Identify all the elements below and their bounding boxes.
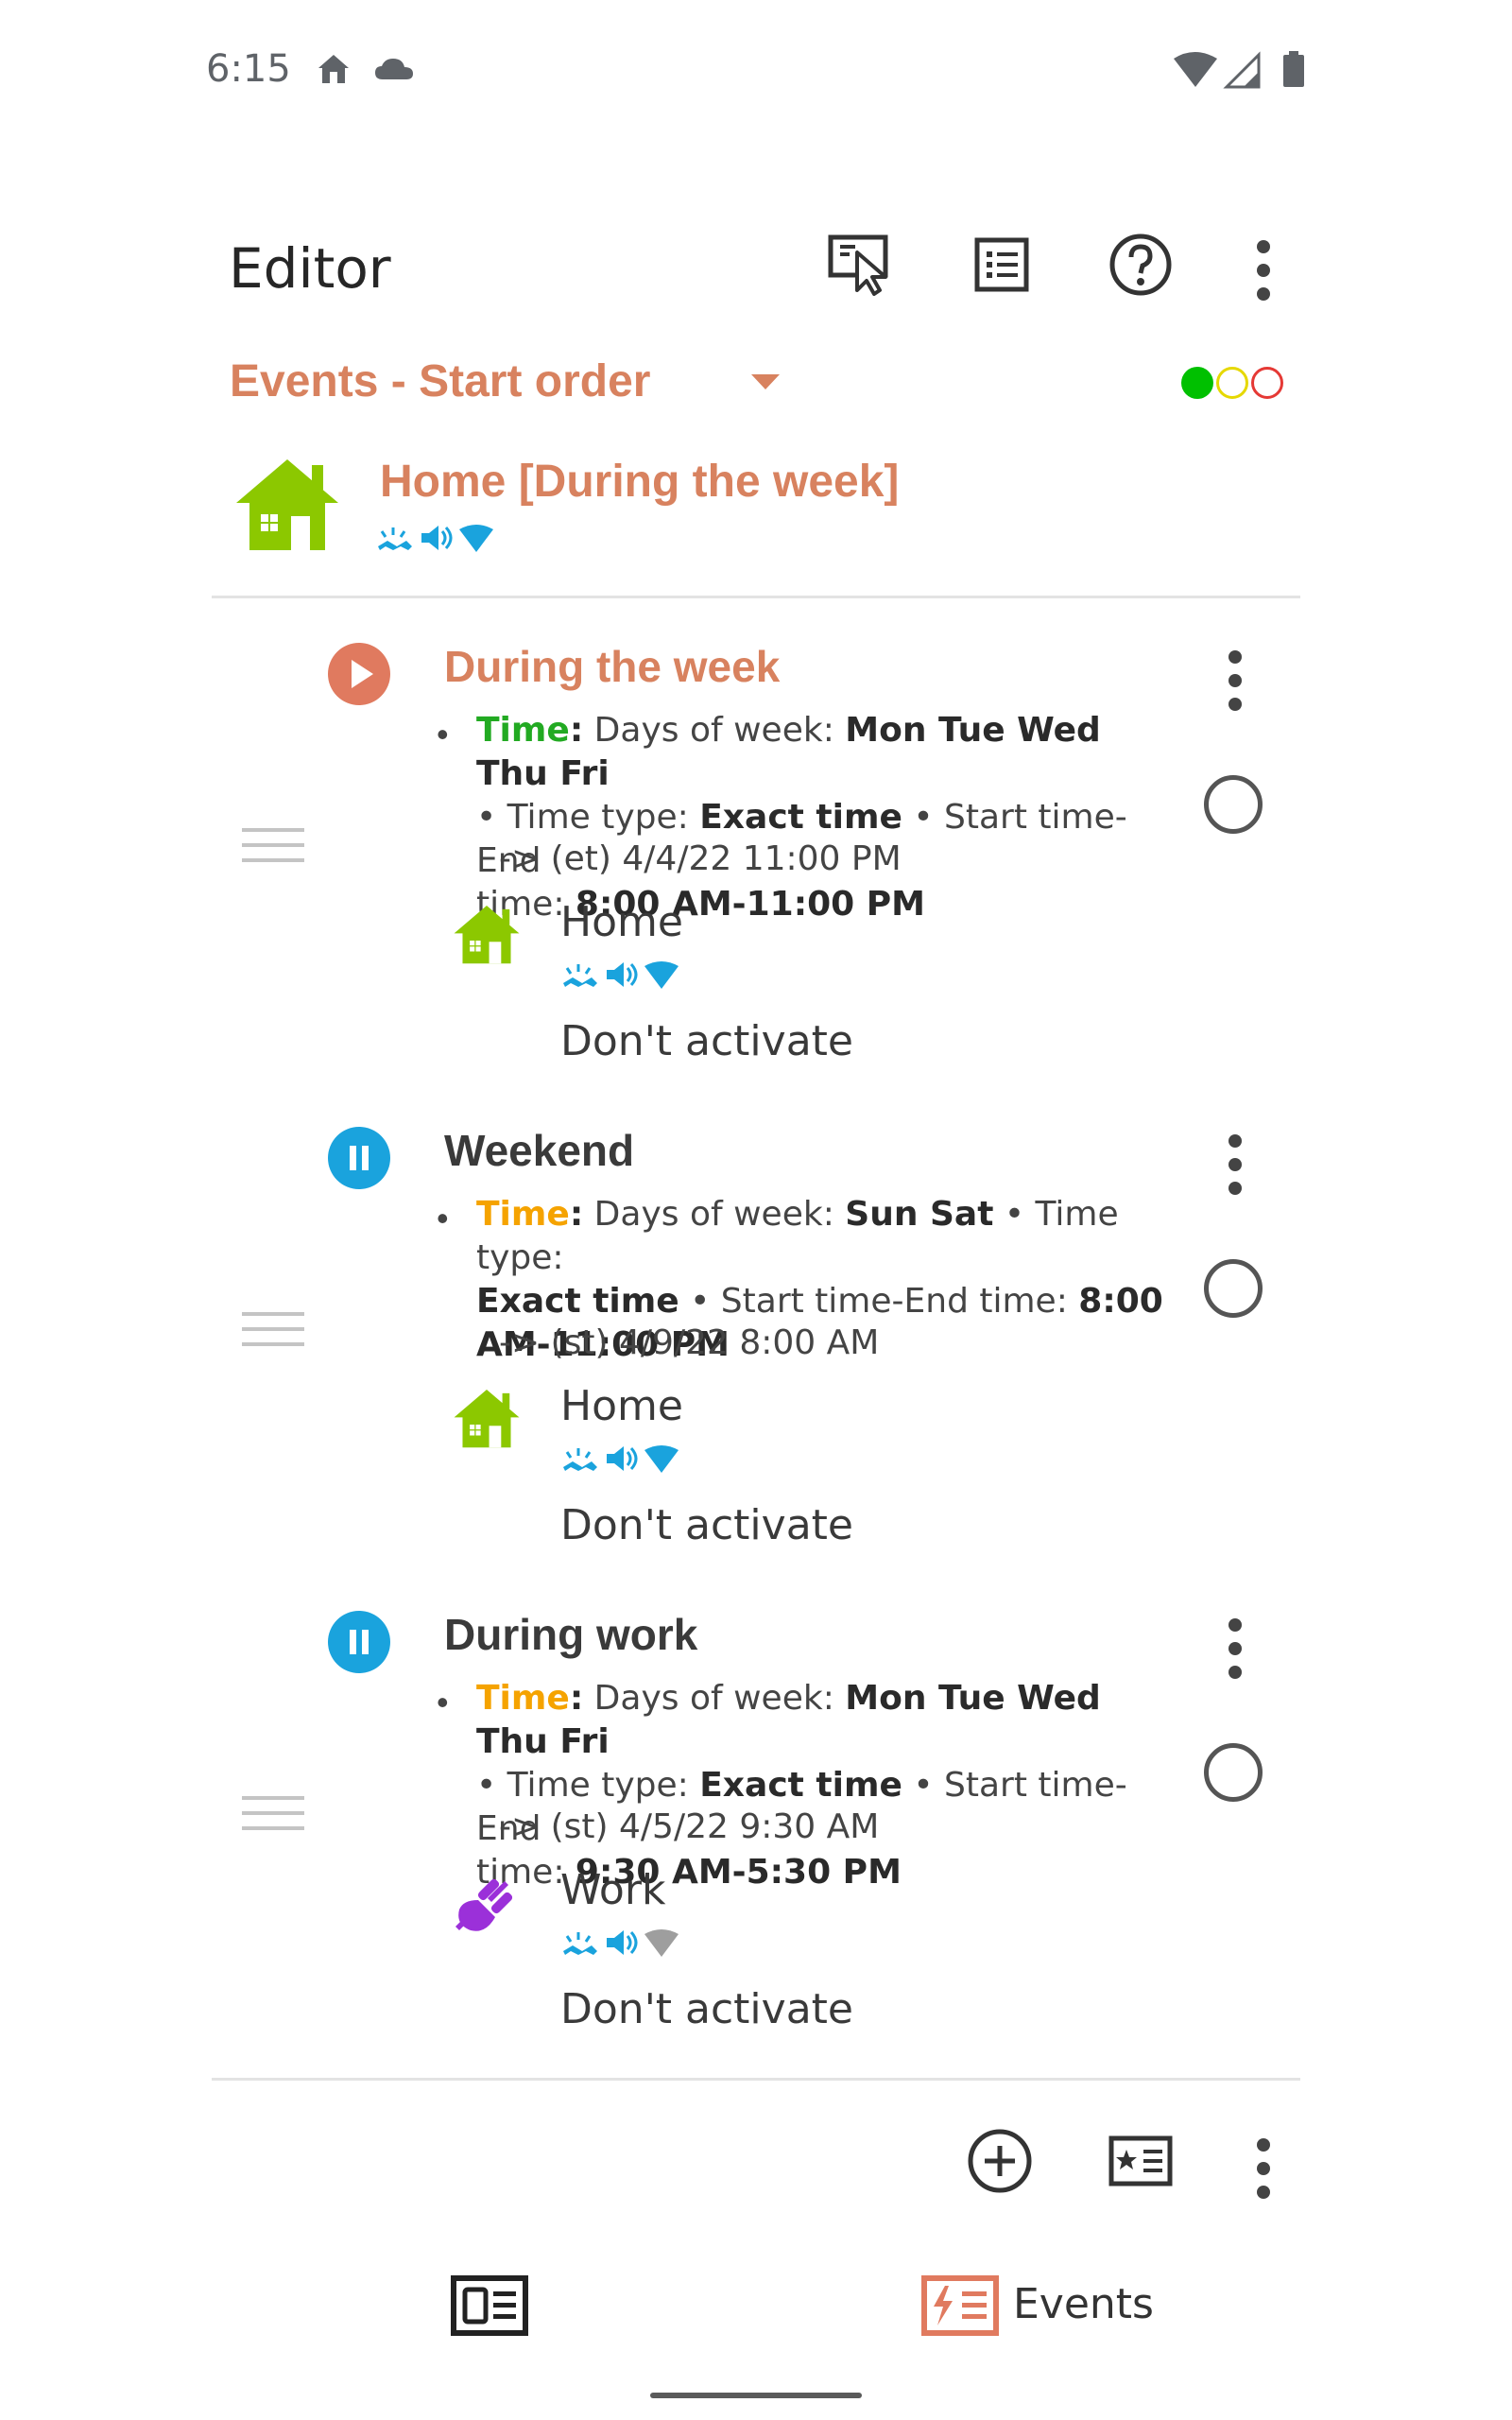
event-description: Time: Days of week: Mon Tue Wed Thu Fri … — [476, 1679, 1127, 1892]
drag-handle-icon[interactable] — [242, 1796, 304, 1841]
drag-handle-icon[interactable] — [242, 828, 304, 873]
next-trigger-time: -> (st) 4/5/22 9:30 AM — [499, 1807, 880, 1846]
active-profile-settings-icons — [374, 522, 497, 559]
event-menu-icon[interactable] — [1228, 1618, 1242, 1689]
page-title: Editor — [229, 236, 391, 301]
events-tab-label[interactable]: Events — [1013, 2280, 1154, 2328]
overflow-menu-icon[interactable] — [1257, 240, 1270, 311]
event-menu-icon[interactable] — [1228, 1134, 1242, 1205]
linked-profile-name: Work — [560, 1866, 666, 1914]
profile-settings-icons — [559, 1443, 682, 1479]
events-tab-icon[interactable] — [920, 2274, 1000, 2342]
event-title: During work — [444, 1610, 698, 1659]
linked-profile-name: Home — [560, 898, 683, 946]
header-divider — [212, 596, 1300, 598]
cloud-icon — [375, 59, 413, 79]
status-time: 6:15 — [206, 47, 291, 91]
profile-action-label: Don't activate — [560, 1017, 853, 1065]
profile-settings-icons — [559, 959, 682, 995]
list-view-icon[interactable] — [964, 227, 1040, 302]
bullet: • — [437, 715, 449, 753]
home-status-icon — [318, 55, 349, 83]
event-card[interactable]: Weekend • Time: Days of week: Sun Sat • … — [0, 1098, 1512, 1571]
wifi-icon — [1174, 52, 1217, 87]
profile-action-label: Don't activate — [560, 1985, 853, 2033]
active-profile-name: Home [During the week] — [380, 457, 900, 507]
event-description: Time: Days of week: Mon Tue Wed Thu Fri … — [476, 711, 1127, 924]
pause-icon[interactable] — [328, 1611, 390, 1678]
linked-profile-name: Home — [560, 1382, 683, 1430]
next-trigger-time: -> (st) 4/9/22 8:00 AM — [499, 1323, 880, 1362]
play-icon[interactable] — [328, 643, 390, 710]
event-radio-button[interactable] — [1204, 775, 1263, 834]
event-status-indicator — [1181, 367, 1286, 399]
status-icons-right — [1172, 49, 1314, 95]
profiles-tab-icon[interactable] — [450, 2274, 529, 2342]
bottom-overflow-menu-icon[interactable] — [1257, 2138, 1270, 2209]
green-status-dot — [1181, 367, 1213, 399]
yellow-status-dot — [1216, 367, 1248, 399]
home-icon — [452, 903, 522, 970]
profile-action-label: Don't activate — [560, 1501, 853, 1549]
event-order-selector[interactable]: Events - Start order — [230, 355, 650, 407]
help-icon[interactable] — [1103, 227, 1178, 302]
status-icons-left — [315, 49, 428, 92]
drag-handle-icon[interactable] — [242, 1312, 304, 1357]
bullet: • — [437, 1199, 449, 1237]
event-title: During the week — [444, 642, 781, 691]
pause-icon[interactable] — [328, 1127, 390, 1194]
add-event-icon[interactable] — [962, 2123, 1038, 2199]
active-profile-home-icon — [232, 456, 342, 557]
event-menu-icon[interactable] — [1228, 650, 1242, 721]
event-radio-button[interactable] — [1204, 1743, 1263, 1802]
event-title: Weekend — [444, 1126, 635, 1175]
event-shortcuts-icon[interactable] — [1103, 2123, 1178, 2199]
bullet: • — [437, 1683, 449, 1721]
home-icon — [452, 1387, 522, 1454]
chevron-down-icon[interactable] — [751, 374, 780, 389]
event-radio-button[interactable] — [1204, 1259, 1263, 1318]
next-trigger-time: -> (et) 4/4/22 11:00 PM — [499, 839, 902, 878]
work-plug-icon — [450, 1868, 522, 1941]
event-card[interactable]: During work • Time: Days of week: Mon Tu… — [0, 1582, 1512, 2055]
profile-settings-icons — [559, 1927, 682, 1963]
event-card[interactable]: During the week • Time: Days of week: Mo… — [0, 614, 1512, 1087]
list-bottom-divider — [212, 2078, 1300, 2081]
edit-profile-icon[interactable] — [822, 227, 898, 302]
battery-icon — [1283, 55, 1304, 87]
colon: : — [569, 711, 584, 750]
red-status-dot — [1251, 367, 1283, 399]
gesture-home-bar[interactable] — [650, 2393, 862, 2398]
